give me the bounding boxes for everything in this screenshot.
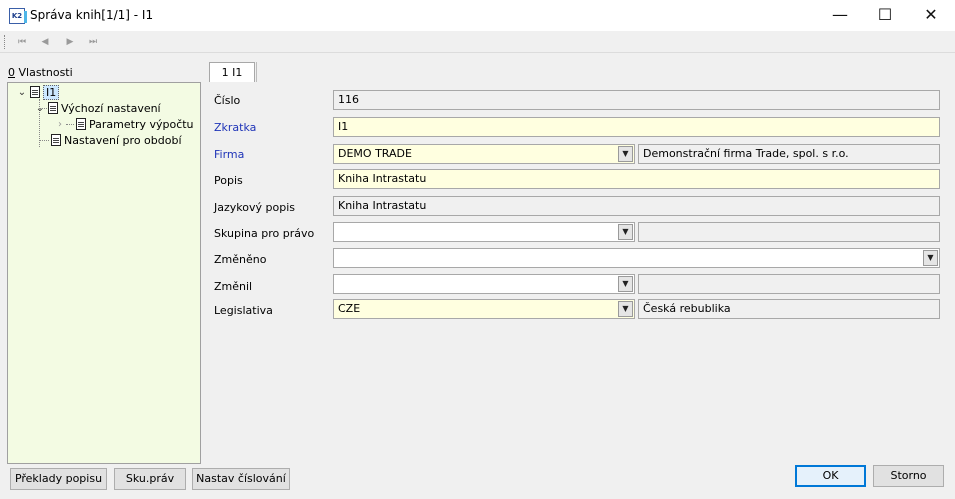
properties-tree: ⌄ I1 ⌄ Výchozí nastavení › Parametry výp… <box>7 82 201 464</box>
minimize-icon[interactable]: — <box>817 0 863 31</box>
popis-label: Popis <box>214 174 243 187</box>
zmeneno-label: Změněno <box>214 253 267 266</box>
window-title: Správa knih[1/1] - I1 <box>30 8 154 22</box>
legislativa-description: Česká rebublika <box>638 299 940 319</box>
nastav-cislovani-button[interactable]: Nastav číslování <box>192 468 290 490</box>
tree-connector <box>39 140 49 141</box>
tree-item-i1[interactable]: ⌄ I1 <box>16 84 60 100</box>
jazykovy-popis-label: Jazykový popis <box>214 201 295 214</box>
close-icon[interactable]: ✕ <box>908 0 954 31</box>
preklady-popisu-button[interactable]: Překlady popisu <box>10 468 107 490</box>
tree-item-label: Parametry výpočtu <box>89 117 194 131</box>
tree-item-label: I1 <box>43 84 60 100</box>
tree-item-label: Výchozí nastavení <box>61 101 161 115</box>
zmenil-description <box>638 274 940 294</box>
firma-description: Demonstrační firma Trade, spol. s r.o. <box>638 144 940 164</box>
popis-field[interactable]: Kniha Intrastatu <box>333 169 940 189</box>
maximize-icon[interactable]: ☐ <box>862 0 908 31</box>
chevron-down-icon[interactable]: ▼ <box>923 250 938 266</box>
next-record-icon[interactable]: ▶ <box>61 34 79 50</box>
last-record-icon[interactable]: ⏭ <box>84 34 102 50</box>
chevron-down-icon[interactable]: ⌄ <box>16 87 28 98</box>
legislativa-select[interactable]: CZE ▼ <box>333 299 635 319</box>
tree-item-label: Nastavení pro období <box>64 133 182 147</box>
first-record-icon[interactable]: ⏮ <box>13 34 31 50</box>
zmenil-select[interactable]: ▼ <box>333 274 635 294</box>
document-icon <box>76 118 86 130</box>
ok-button[interactable]: OK <box>795 465 866 487</box>
skupina-description <box>638 222 940 242</box>
firma-value: DEMO TRADE <box>338 147 412 160</box>
storno-button[interactable]: Storno <box>873 465 944 487</box>
document-icon <box>48 102 58 114</box>
firma-label: Firma <box>214 148 245 161</box>
cislo-field: 116 <box>333 90 940 110</box>
properties-tree-title: 0 Vlastnosti <box>8 66 73 79</box>
previous-record-icon[interactable]: ◀ <box>36 34 54 50</box>
cislo-label: Číslo <box>214 94 241 107</box>
tab-divider <box>256 62 257 82</box>
chevron-down-icon[interactable]: ⌄ <box>34 103 46 114</box>
legislativa-value: CZE <box>338 302 361 315</box>
zmeneno-datetime[interactable]: . . : : ▼ <box>333 248 940 268</box>
document-icon <box>30 86 40 98</box>
firma-select[interactable]: DEMO TRADE ▼ <box>333 144 635 164</box>
tree-item-parametry-vypoctu[interactable]: › Parametry výpočtu <box>54 116 194 132</box>
zkratka-field[interactable]: I1 <box>333 117 940 137</box>
skupina-pro-pravo-select[interactable]: ▼ <box>333 222 635 242</box>
legislativa-label: Legislativa <box>214 304 273 317</box>
skupina-pro-pravo-label: Skupina pro právo <box>214 227 315 240</box>
jazykovy-popis-field[interactable]: Kniha Intrastatu <box>333 196 940 216</box>
record-navigation-toolbar: ⏮ ◀ ▶ ⏭ <box>0 31 955 53</box>
chevron-down-icon[interactable]: ▼ <box>618 301 633 317</box>
chevron-right-icon[interactable]: › <box>54 119 66 130</box>
tree-item-vychozi-nastaveni[interactable]: ⌄ Výchozí nastavení <box>34 100 161 116</box>
tab-i1[interactable]: 1 I1 <box>209 62 255 82</box>
chevron-down-icon[interactable]: ▼ <box>618 276 633 292</box>
multi-document-icon <box>51 134 61 146</box>
title-bar: K2 Správa knih[1/1] - I1 — ☐ ✕ <box>0 0 955 31</box>
app-icon: K2 <box>9 8 27 24</box>
chevron-down-icon[interactable]: ▼ <box>618 146 633 162</box>
chevron-down-icon[interactable]: ▼ <box>618 224 633 240</box>
tree-item-nastaveni-pro-obdobi[interactable]: Nastavení pro období <box>49 132 182 148</box>
zmenil-label: Změnil <box>214 280 253 293</box>
sku-prav-button[interactable]: Sku.práv <box>114 468 186 490</box>
zkratka-label: Zkratka <box>214 121 257 134</box>
toolbar-grip <box>4 35 6 49</box>
